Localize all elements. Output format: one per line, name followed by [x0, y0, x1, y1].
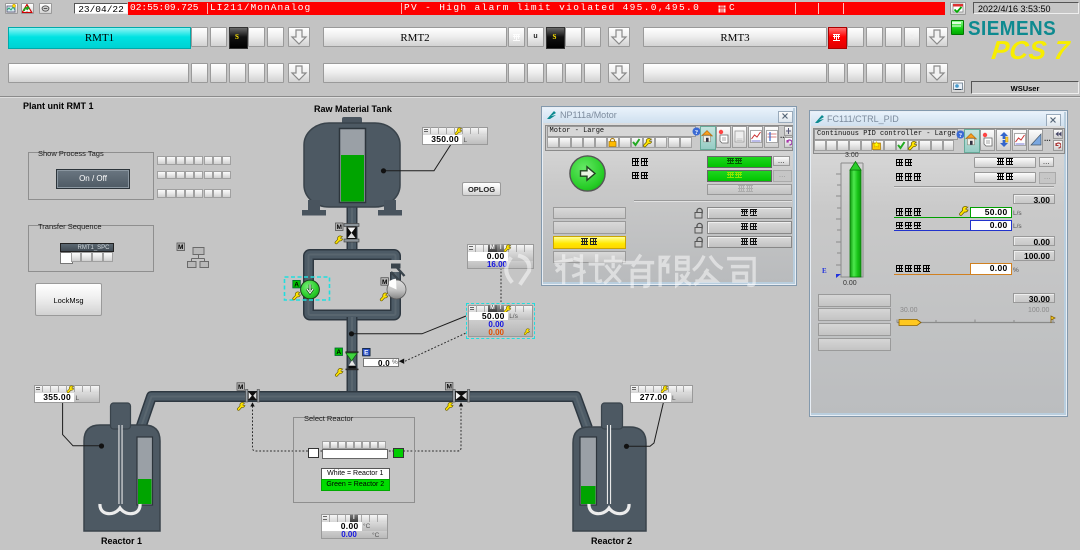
svg-text:M: M — [337, 224, 342, 231]
svg-text:?: ? — [695, 129, 698, 136]
svg-text:A: A — [294, 282, 299, 289]
svg-text:E: E — [364, 350, 369, 357]
svg-text:?: ? — [959, 132, 962, 139]
svg-text:M: M — [238, 384, 243, 391]
svg-text:E: E — [822, 267, 827, 275]
svg-text:M: M — [178, 244, 183, 251]
svg-text:M: M — [382, 279, 387, 286]
svg-text:M: M — [446, 384, 451, 391]
svg-text:A: A — [336, 349, 341, 356]
